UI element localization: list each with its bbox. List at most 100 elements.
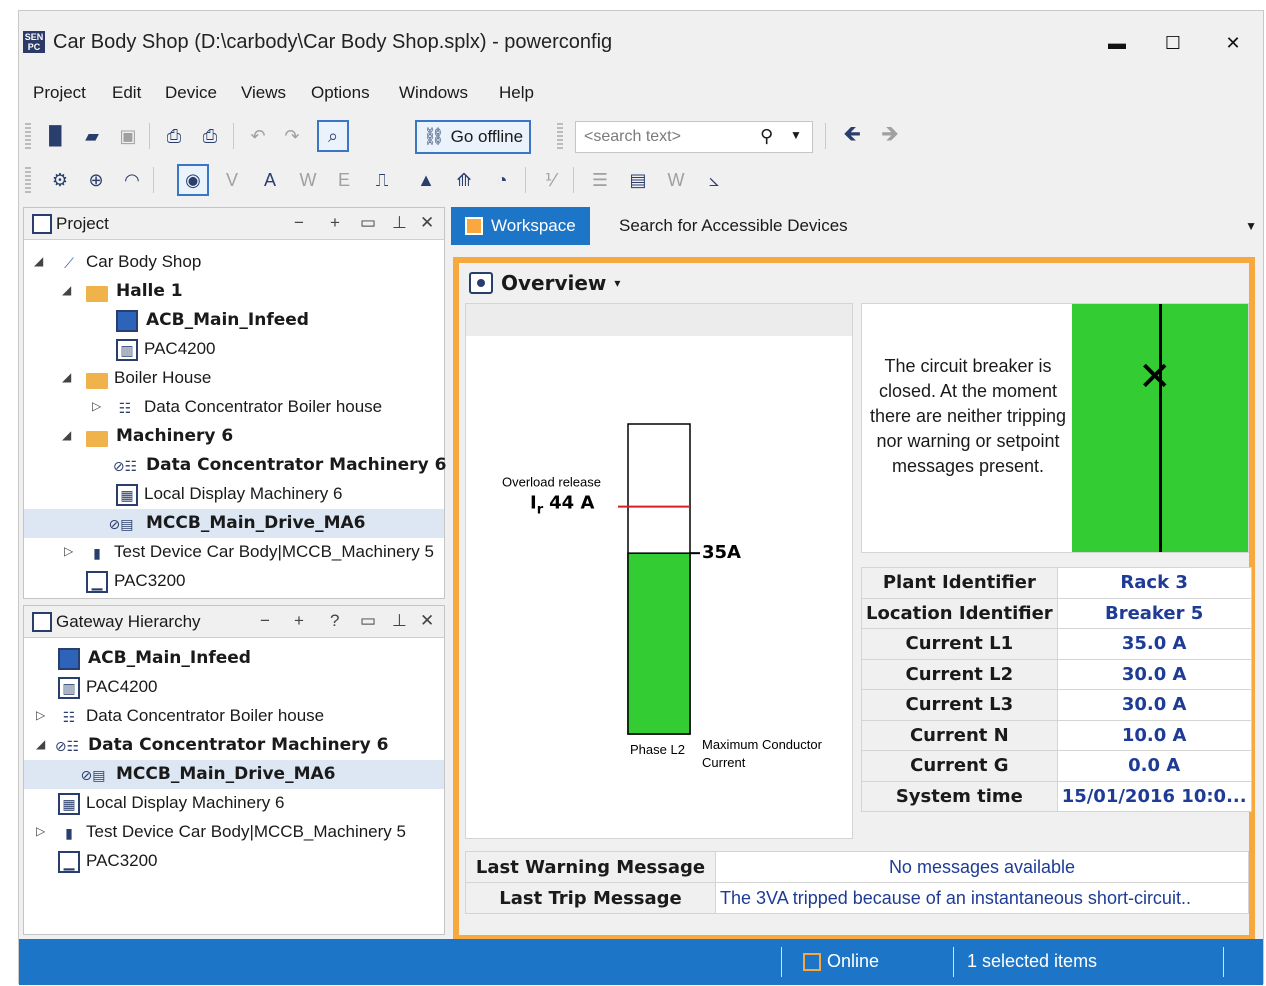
new-file-icon[interactable]: ▉ [43, 123, 69, 149]
waveform-view-icon[interactable]: ⎍ [369, 167, 395, 193]
toolbar-grip[interactable] [25, 123, 31, 149]
gw-item-local-display[interactable]: ▦ Local Display Machinery 6 [24, 789, 444, 818]
tree-item-label: MCCB_Main_Drive_MA6 [146, 513, 366, 533]
collapsed-arrow-icon[interactable]: ▷ [36, 708, 45, 722]
redo-icon[interactable]: ↷ [279, 123, 305, 149]
pin-icon[interactable]: ⊥ [392, 213, 407, 233]
tree-item-label: Halle 1 [116, 281, 183, 301]
close-panel-icon[interactable]: ✕ [420, 611, 434, 631]
gw-item-data-concentrator-boiler[interactable]: ▷ ☷ Data Concentrator Boiler house [24, 702, 444, 731]
tab-search-devices[interactable]: Search for Accessible Devices [605, 207, 862, 245]
expand-all-icon[interactable]: + [330, 213, 340, 233]
project-panel: Project − + ▭ ⊥ ✕ ◢ ⟋ Car Body Shop ◢ Ha… [23, 207, 447, 599]
print-preview-icon[interactable]: ⎙ [161, 123, 187, 149]
forward-arrow-icon[interactable]: 🡺 [877, 121, 903, 149]
tab-workspace[interactable]: Workspace [451, 207, 590, 245]
expanded-arrow-icon[interactable]: ◢ [34, 254, 43, 268]
tree-item-local-display[interactable]: ▦ Local Display Machinery 6 [24, 480, 444, 509]
search-input[interactable]: <search text> ⚲ ▼ [575, 121, 813, 153]
find-devices-icon[interactable]: ⌕ [317, 120, 349, 152]
go-offline-button[interactable]: ⛓ Go offline [415, 120, 532, 154]
maximize-button[interactable]: ☐ [1153, 29, 1193, 57]
toolbar-grip[interactable] [25, 167, 31, 193]
float-window-icon[interactable]: ▭ [360, 611, 376, 631]
menu-options[interactable]: Options [311, 83, 370, 103]
power-view-icon[interactable]: W [295, 167, 321, 193]
tree-item-label: Boiler House [114, 368, 212, 387]
print-icon[interactable]: ⎙ [197, 123, 223, 149]
alarm-view-icon[interactable]: ▲ [413, 167, 439, 193]
menu-project[interactable]: Project [33, 83, 86, 103]
float-window-icon[interactable]: ▭ [360, 213, 376, 233]
save-icon[interactable]: ▣ [115, 123, 141, 149]
info-value: 10.0 A [1056, 719, 1252, 751]
menu-windows[interactable]: Windows [399, 83, 468, 103]
collapse-all-icon[interactable]: − [260, 611, 270, 631]
voltage-view-icon[interactable]: V [219, 167, 245, 193]
ir-label: Ir 44 A [530, 493, 594, 518]
tree-item-machinery-6[interactable]: ◢ Machinery 6 [24, 422, 444, 451]
expanded-arrow-icon[interactable]: ◢ [62, 370, 71, 384]
tree-item-halle-1[interactable]: ◢ Halle 1 [24, 277, 444, 306]
tree-item-data-concentrator-machinery[interactable]: ⊘☷ Data Concentrator Machinery 6 [24, 451, 447, 480]
search-icon[interactable]: ⚲ [760, 126, 773, 147]
open-folder-icon[interactable]: ▰ [79, 123, 105, 149]
message-view-icon[interactable]: ▤ [625, 167, 651, 193]
toolbar-grip[interactable] [557, 123, 563, 149]
tree-item-mccb-main-drive[interactable]: ⊘▤ MCCB_Main_Drive_MA6 [24, 509, 444, 538]
ratio-view-icon[interactable]: ⅟ [537, 167, 563, 193]
watt-view-icon[interactable]: W [663, 167, 689, 193]
menu-help[interactable]: Help [499, 83, 534, 103]
tree-item-pac3200[interactable]: ▁ PAC3200 [24, 567, 444, 596]
help-icon[interactable]: ? [330, 611, 339, 631]
window-title: Car Body Shop (D:\carbody\Car Body Shop.… [53, 31, 613, 53]
tabs-dropdown-icon[interactable]: ▼ [1245, 219, 1257, 233]
expanded-arrow-icon[interactable]: ◢ [62, 283, 71, 297]
collapsed-arrow-icon[interactable]: ▷ [36, 824, 45, 838]
chevron-down-icon[interactable]: ▼ [790, 128, 802, 142]
pin-icon[interactable]: ⊥ [392, 611, 407, 631]
expanded-arrow-icon[interactable]: ◢ [62, 428, 71, 442]
collapsed-arrow-icon[interactable]: ▷ [92, 399, 101, 413]
table-row: System time 15/01/2016 10:0... [861, 780, 1252, 812]
expand-all-icon[interactable]: + [294, 611, 304, 631]
alarm-up-view-icon[interactable]: ⟰ [451, 167, 477, 193]
undo-icon[interactable]: ↶ [245, 123, 271, 149]
menu-device[interactable]: Device [165, 83, 217, 103]
close-button[interactable]: ✕ [1213, 29, 1253, 57]
gw-item-data-concentrator-machinery[interactable]: ◢ ⊘☷ Data Concentrator Machinery 6 [24, 731, 444, 760]
gw-item-pac4200[interactable]: ▥ PAC4200 [24, 673, 444, 702]
tree-item-acb-main-infeed[interactable]: ACB_Main_Infeed [24, 306, 444, 335]
network-icon[interactable]: ⊕ [83, 167, 109, 193]
energy-view-icon[interactable]: E [331, 167, 357, 193]
current-view-icon[interactable]: A [257, 167, 283, 193]
gw-item-mccb-main-drive[interactable]: ⊘▤ MCCB_Main_Drive_MA6 [24, 760, 444, 789]
overview-eye-icon[interactable]: ◉ [177, 164, 209, 196]
tree-item-pac4200[interactable]: ▥ PAC4200 [24, 335, 444, 364]
tree-item-data-concentrator-boiler[interactable]: ▷ ☷ Data Concentrator Boiler house [24, 393, 444, 422]
tree-item-label: Test Device Car Body|MCCB_Machinery 5 [86, 822, 406, 841]
list-view-icon[interactable]: ☰ [587, 167, 613, 193]
overview-header[interactable]: Overview ▾ [469, 271, 620, 295]
settings-gears-icon[interactable]: ⚙ [47, 167, 73, 193]
gw-item-pac3200[interactable]: ▁ PAC3200 [24, 847, 444, 876]
minimize-button[interactable]: ▬ [1097, 29, 1137, 57]
menu-views[interactable]: Views [241, 83, 286, 103]
collapse-all-icon[interactable]: − [294, 213, 304, 233]
tree-item-boiler-house[interactable]: ◢ Boiler House [24, 364, 444, 393]
messages-table: Last Warning Message No messages availab… [465, 851, 1249, 914]
menu-edit[interactable]: Edit [112, 83, 141, 103]
collapsed-arrow-icon[interactable]: ▷ [64, 544, 73, 558]
gw-item-test-device[interactable]: ▷ ▮ Test Device Car Body|MCCB_Machinery … [24, 818, 444, 847]
back-arrow-icon[interactable]: 🡸 [839, 121, 865, 149]
breaker-icon [116, 310, 138, 332]
tree-item-test-device[interactable]: ▷ ▮ Test Device Car Body|MCCB_Machinery … [24, 538, 444, 567]
history-view-icon[interactable]: ◔ [489, 167, 515, 193]
device-view-icon[interactable]: ◠ [119, 167, 145, 193]
tree-item-car-body-shop[interactable]: ◢ ⟋ Car Body Shop [24, 248, 444, 277]
expanded-arrow-icon[interactable]: ◢ [36, 737, 45, 751]
close-panel-icon[interactable]: ✕ [420, 213, 434, 233]
gw-item-acb-main-infeed[interactable]: ACB_Main_Infeed [24, 644, 444, 673]
tree-item-label: PAC3200 [114, 571, 186, 590]
chart-view-icon[interactable]: ⦣ [701, 167, 727, 193]
